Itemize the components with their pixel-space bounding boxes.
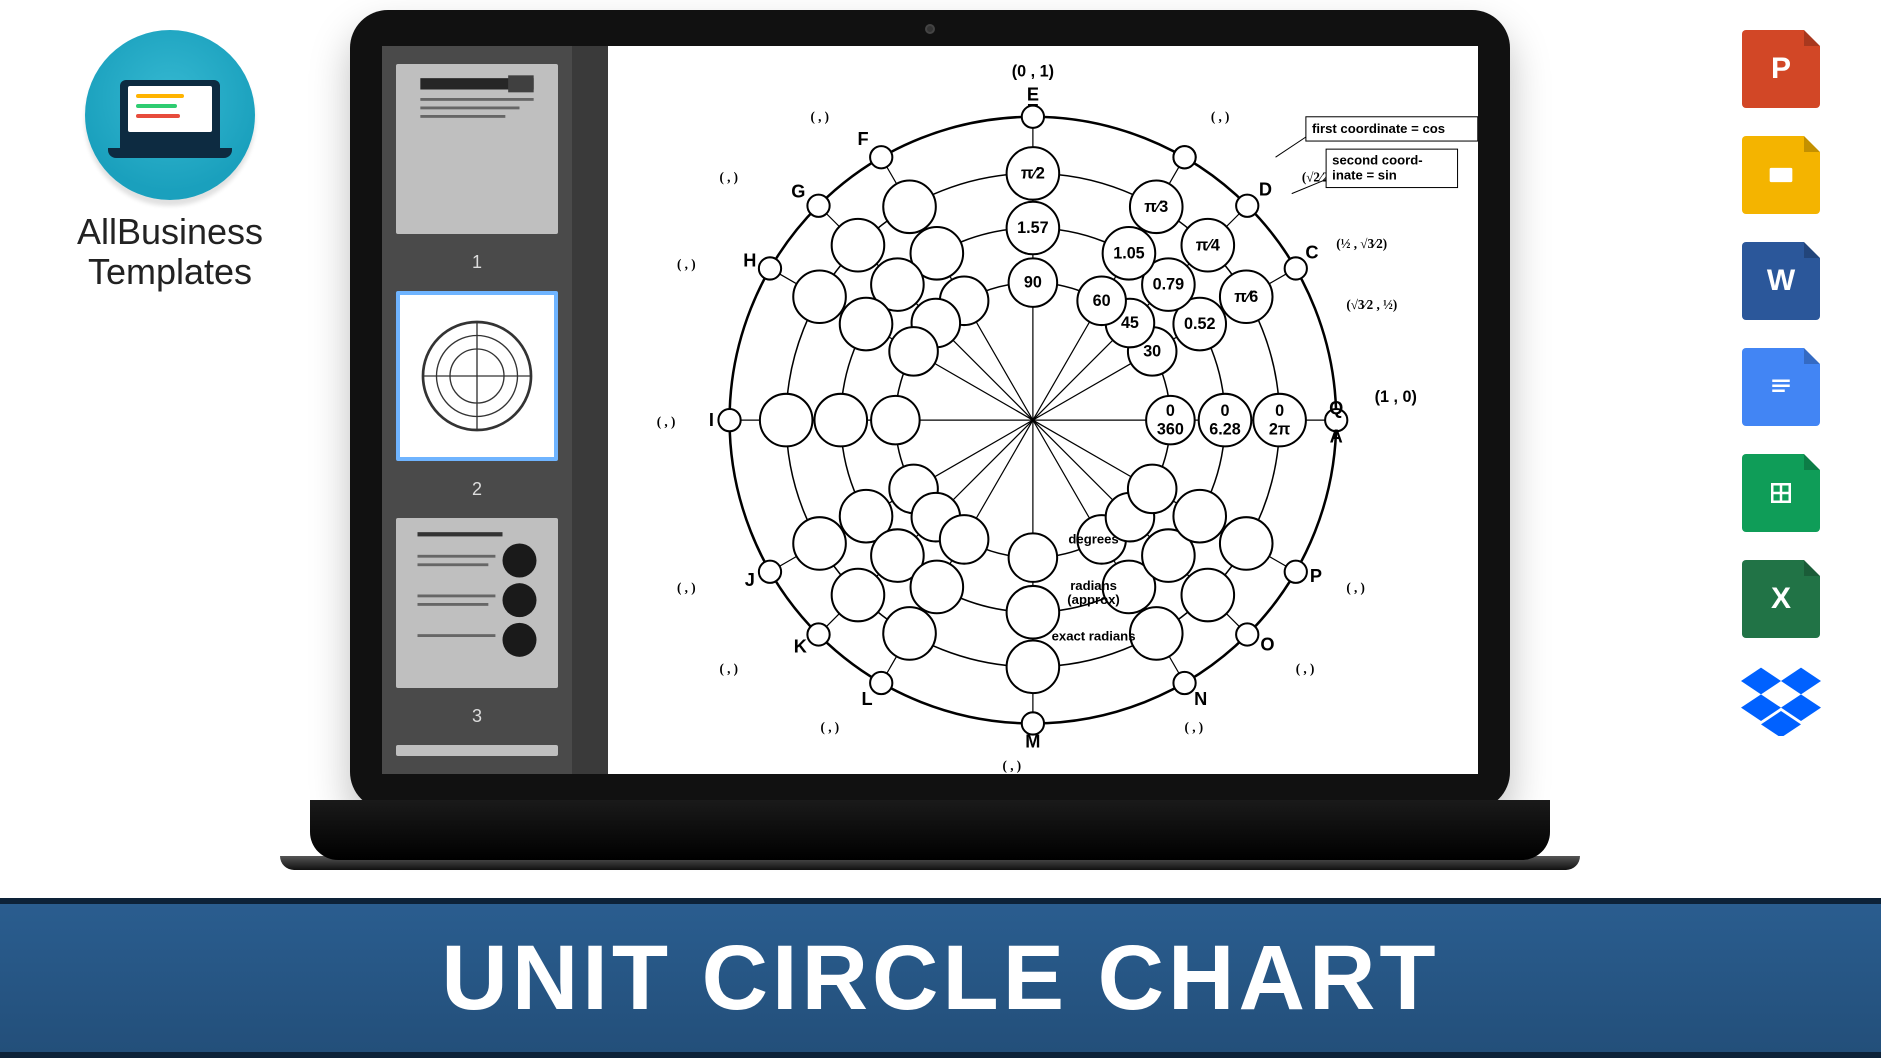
coord-c3: (√3⁄2 , ½): [1346, 297, 1397, 312]
thumbnail-page-3[interactable]: [396, 518, 558, 688]
google-sheets-icon: [1742, 454, 1820, 532]
svg-text:0: 0: [1166, 402, 1175, 420]
perimeter-P: P: [1310, 566, 1322, 586]
bubble-r052: 0.52: [1184, 315, 1215, 333]
dropbox-icon: [1741, 666, 1821, 736]
brand-block: AllBusinessTemplates: [40, 30, 300, 291]
thumbnail-page-4[interactable]: [396, 745, 558, 756]
bubble-d30: 30: [1143, 342, 1161, 360]
bubble-d45: 45: [1121, 314, 1139, 332]
svg-text:( , ): ( , ): [719, 661, 738, 676]
sidebar-gutter: [572, 46, 608, 774]
svg-text:( , ): ( , ): [1296, 661, 1315, 676]
perimeter-L: L: [862, 689, 873, 709]
coord-c1: (½ , √3⁄2): [1336, 236, 1387, 251]
svg-text:0: 0: [1221, 402, 1230, 420]
unit-circle-document: A Q C D E E F G: [608, 46, 1478, 774]
perimeter-J: J: [745, 570, 755, 590]
thumbnail-label-2: 2: [396, 479, 558, 500]
svg-text:( , ): ( , ): [810, 109, 829, 124]
svg-text:( , ): ( , ): [1346, 580, 1365, 595]
perimeter-H: H: [743, 250, 756, 270]
perimeter-G: G: [791, 182, 805, 202]
svg-text:first coordinate = cos: first coordinate = cos: [1312, 121, 1445, 136]
svg-text:inate = sin: inate = sin: [1332, 167, 1397, 182]
filetype-icon-column: P W X: [1721, 30, 1841, 736]
thumbnail-label-3: 3: [396, 706, 558, 727]
svg-text:( , ): ( , ): [657, 414, 676, 429]
title-bar: UNIT CIRCLE CHART: [0, 898, 1881, 1058]
legend-radians-approx: radians(approx): [1067, 578, 1120, 607]
bubble-d60: 60: [1093, 292, 1111, 310]
svg-text:( , ): ( , ): [1211, 109, 1230, 124]
legend-exact-radians: exact radians: [1052, 629, 1136, 644]
svg-text:second coord-: second coord-: [1332, 152, 1422, 167]
bubble-r105: 1.05: [1113, 244, 1144, 262]
bubble-pi3: π⁄3: [1144, 198, 1168, 216]
svg-text:( , ): ( , ): [719, 169, 738, 184]
bubble-pi4: π⁄4: [1196, 236, 1220, 254]
camera-icon: [925, 24, 935, 34]
laptop-mockup: 1 2 3: [310, 10, 1550, 890]
brand-logo-icon: [85, 30, 255, 200]
thumbnail-page-1[interactable]: [396, 64, 558, 234]
brand-name: AllBusinessTemplates: [40, 212, 300, 291]
axis-label-top: (0 , 1): [1012, 62, 1054, 80]
page-title: UNIT CIRCLE CHART: [441, 926, 1439, 1031]
svg-text:2π: 2π: [1269, 420, 1290, 438]
perimeter-M: M: [1025, 732, 1040, 752]
excel-icon: X: [1742, 560, 1820, 638]
bubble-r079: 0.79: [1153, 276, 1184, 294]
svg-text:C: C: [1305, 242, 1318, 262]
svg-text:( , ): ( , ): [677, 256, 696, 271]
bubble-d90: 90: [1024, 274, 1042, 292]
perimeter-label-A: A: [1330, 426, 1343, 446]
bubble-pi6: π⁄6: [1234, 288, 1258, 306]
thumbnail-sidebar[interactable]: 1 2 3: [382, 46, 572, 774]
svg-text:0: 0: [1275, 402, 1284, 420]
bubble-r157: 1.57: [1017, 219, 1048, 237]
word-icon: W: [1742, 242, 1820, 320]
axis-label-right: (1 , 0): [1375, 388, 1417, 406]
svg-text:( , ): ( , ): [1185, 720, 1204, 735]
perimeter-I: I: [709, 410, 714, 430]
svg-text:( , ): ( , ): [1003, 758, 1022, 773]
svg-text:6.28: 6.28: [1209, 420, 1240, 438]
thumbnail-label-1: 1: [396, 252, 558, 273]
svg-text:( , ): ( , ): [821, 720, 840, 735]
laptop-screen: 1 2 3: [382, 46, 1478, 774]
perimeter-N: N: [1194, 689, 1207, 709]
svg-text:D: D: [1259, 180, 1272, 200]
thumbnail-page-2[interactable]: [396, 291, 558, 461]
google-docs-icon: [1742, 348, 1820, 426]
powerpoint-icon: P: [1742, 30, 1820, 108]
svg-text:360: 360: [1157, 420, 1184, 438]
google-slides-icon: [1742, 136, 1820, 214]
legend-degrees: degrees: [1068, 531, 1118, 546]
perimeter-E: E: [1027, 85, 1039, 105]
perimeter-label-Q: Q: [1329, 398, 1343, 418]
perimeter-O: O: [1260, 635, 1274, 655]
perimeter-K: K: [794, 637, 807, 657]
bubble-pi2: π⁄2: [1021, 164, 1045, 182]
perimeter-F: F: [857, 129, 868, 149]
svg-text:( , ): ( , ): [677, 580, 696, 595]
